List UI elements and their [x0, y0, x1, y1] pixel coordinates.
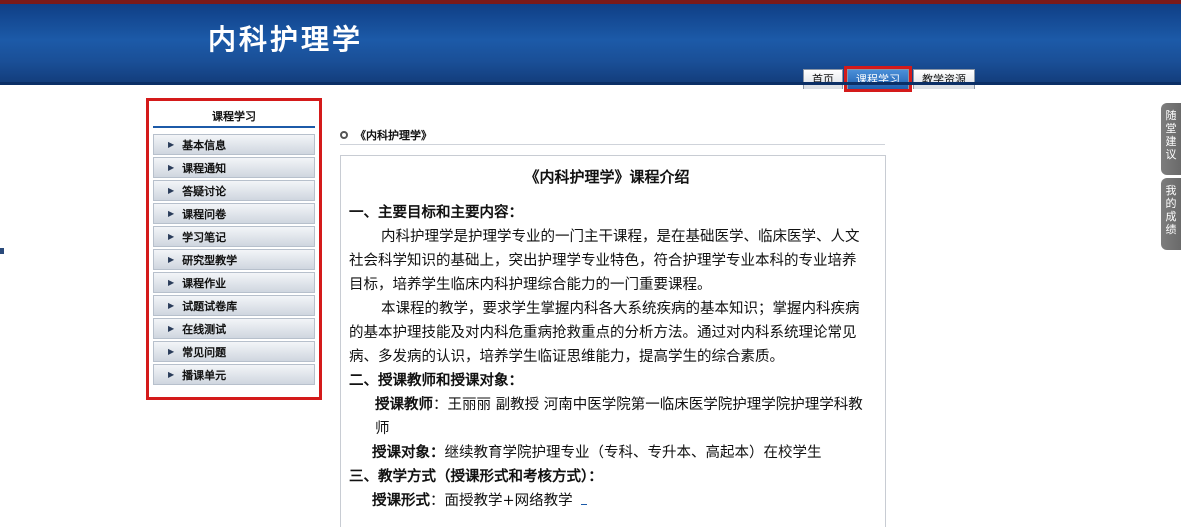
sidebar-item-podcast-units[interactable]: ▶ 播课单元: [153, 364, 315, 385]
sidebar: 课程学习 ▶ 基本信息 ▶ 课程通知 ▶ 答疑讨论 ▶ 课程问卷 ▶ 学习笔记 …: [153, 106, 315, 387]
teaching-form-info: 授课形式：面授教学+网络教学: [349, 489, 865, 513]
sidebar-item-label: 研究型教学: [182, 253, 238, 267]
sidebar-item-assignments[interactable]: ▶ 课程作业: [153, 272, 315, 293]
breadcrumb: 《内科护理学》: [340, 125, 885, 145]
teacher-label: 授课教师: [375, 396, 433, 413]
sidebar-item-label: 播课单元: [182, 368, 227, 382]
floating-suggestion-tab[interactable]: 随堂建议: [1161, 103, 1181, 175]
site-header: 内科护理学 首页 课程学习 教学资源: [0, 0, 1181, 92]
triangle-right-icon: ▶: [168, 255, 175, 264]
target-label: 授课对象：: [372, 444, 445, 461]
sidebar-item-survey[interactable]: ▶ 课程问卷: [153, 203, 315, 224]
sidebar-item-faq[interactable]: ▶ 常见问题: [153, 341, 315, 362]
form-value: ：面授教学+网络教学: [430, 493, 573, 509]
top-nav: 首页 课程学习 教学资源: [803, 66, 975, 92]
triangle-right-icon: ▶: [168, 301, 175, 310]
section-heading-method: 三、教学方式（授课形式和考核方式）：: [349, 468, 603, 485]
triangle-right-icon: ▶: [168, 370, 175, 379]
sidebar-item-basic-info[interactable]: ▶ 基本信息: [153, 134, 315, 155]
triangle-right-icon: ▶: [168, 186, 175, 195]
site-title: 内科护理学: [208, 23, 364, 56]
triangle-right-icon: ▶: [168, 140, 175, 149]
sidebar-title: 课程学习: [153, 106, 315, 128]
teacher-info: 授课教师：王丽丽 副教授 河南中医学院第一临床医学院护理学院护理学科教师: [349, 393, 865, 441]
nav-tab-course-study[interactable]: 课程学习: [844, 66, 912, 92]
sidebar-item-label: 课程作业: [182, 276, 227, 290]
breadcrumb-label: 《内科护理学》: [355, 128, 432, 142]
sidebar-item-label: 试题试卷库: [182, 299, 238, 313]
sidebar-item-label: 课程问卷: [182, 207, 227, 221]
triangle-right-icon: ▶: [168, 324, 175, 333]
target-value: 继续教育学院护理专业（专科、专升本、高起本）在校学生: [444, 445, 822, 461]
nav-tab-resources[interactable]: 教学资源: [913, 69, 975, 89]
triangle-right-icon: ▶: [168, 278, 175, 287]
sidebar-item-research-teaching[interactable]: ▶ 研究型教学: [153, 249, 315, 270]
course-intro-panel: 《内科护理学》课程介绍 一、主要目标和主要内容： 内科护理学是护理学专业的一门主…: [340, 155, 886, 527]
sidebar-item-label: 常见问题: [182, 345, 227, 359]
form-label: 授课形式: [372, 492, 430, 509]
nav-tab-home[interactable]: 首页: [803, 69, 843, 89]
sidebar-item-label: 学习笔记: [182, 230, 227, 244]
floating-grades-tab[interactable]: 我的成绩: [1161, 178, 1181, 250]
sidebar-item-label: 在线测试: [182, 322, 227, 336]
sidebar-item-notices[interactable]: ▶ 课程通知: [153, 157, 315, 178]
paragraph-requirements: 本课程的教学，要求学生掌握内科各大系统疾病的基本知识；掌握内科疾病的基本护理技能…: [349, 301, 860, 365]
triangle-right-icon: ▶: [168, 163, 175, 172]
sidebar-item-online-test[interactable]: ▶ 在线测试: [153, 318, 315, 339]
triangle-right-icon: ▶: [168, 232, 175, 241]
sidebar-item-label: 基本信息: [182, 138, 227, 152]
triangle-right-icon: ▶: [168, 209, 175, 218]
cursor-mark: [580, 504, 587, 505]
sidebar-item-qa-discussion[interactable]: ▶ 答疑讨论: [153, 180, 315, 201]
circle-bullet-icon: [340, 130, 348, 139]
sidebar-item-question-bank[interactable]: ▶ 试题试卷库: [153, 295, 315, 316]
paragraph-intro: 内科护理学是护理学专业的一门主干课程，是在基础医学、临床医学、人文社会科学知识的…: [349, 229, 860, 293]
target-info: 授课对象：继续教育学院护理专业（专科、专升本、高起本）在校学生: [349, 441, 865, 465]
triangle-right-icon: ▶: [168, 347, 175, 356]
teacher-value: ：王丽丽 副教授 河南中医学院第一临床医学院护理学院护理学科教师: [375, 397, 863, 437]
section-heading-teachers: 二、授课教师和授课对象：: [349, 372, 523, 389]
sidebar-item-label: 答疑讨论: [182, 184, 227, 198]
sidebar-item-notes[interactable]: ▶ 学习笔记: [153, 226, 315, 247]
sidebar-item-label: 课程通知: [182, 161, 227, 175]
header-divider: [0, 82, 1181, 85]
section-heading-goals: 一、主要目标和主要内容：: [349, 204, 523, 221]
edge-marker: [0, 248, 4, 254]
content-title: 《内科护理学》课程介绍: [524, 168, 690, 186]
